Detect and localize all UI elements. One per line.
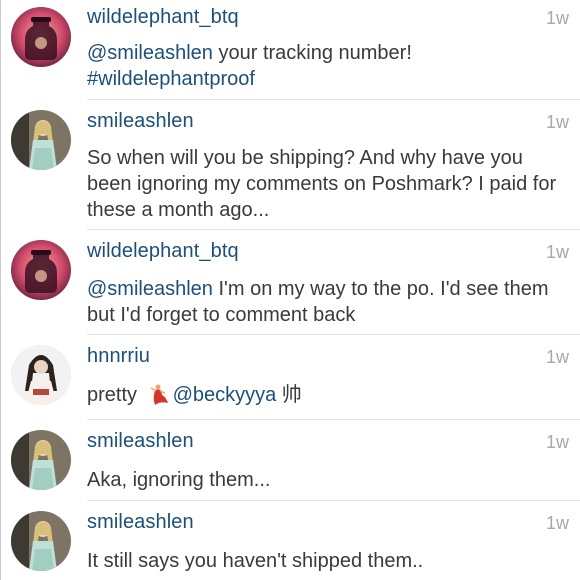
comment-timestamp: 1w — [545, 112, 569, 132]
comment-username[interactable]: hnnrriu — [87, 345, 150, 368]
comment-text: So when will you be shipping? And why ha… — [87, 147, 557, 221]
comment-text: pretty @beckyyya 帅 — [87, 382, 563, 408]
comment-item: smileashlen 1w Aka, ignoring them... — [1, 420, 580, 501]
comment-item: smileashlen 1w It still says you haven't… — [1, 501, 580, 580]
comment-text-fragment: 帅 — [276, 384, 302, 406]
comment-username[interactable]: wildelephant_btq — [87, 240, 239, 263]
comment-item: wildelephant_btq 1w @smileashlen I'm on … — [1, 230, 580, 335]
jar-silhouette-icon — [11, 240, 71, 300]
hashtag-link[interactable]: #wildelephantproof — [87, 68, 255, 90]
comment-username[interactable]: smileashlen — [87, 511, 194, 534]
comment-timestamp: 1w — [545, 8, 569, 28]
avatar[interactable] — [11, 7, 71, 67]
mention-link[interactable]: @beckyyya — [173, 384, 277, 406]
dancer-emoji-icon — [150, 384, 168, 405]
woman-photo-icon — [11, 345, 71, 405]
comment-text: It still says you haven't shipped them.. — [87, 550, 424, 572]
comment-timestamp: 1w — [545, 513, 569, 533]
comment-text-fragment: pretty — [87, 384, 143, 406]
jar-silhouette-icon — [11, 7, 71, 67]
avatar[interactable] — [11, 430, 71, 490]
comment-text: Aka, ignoring them... — [87, 469, 271, 491]
mention-link[interactable]: @smileashlen — [87, 278, 213, 300]
comment-timestamp: 1w — [545, 242, 569, 262]
woman-photo-icon — [11, 511, 71, 571]
comment-username[interactable]: smileashlen — [87, 110, 194, 133]
avatar[interactable] — [11, 110, 71, 170]
comment-timestamp: 1w — [545, 347, 569, 367]
comment-text: @smileashlen I'm on my way to the po. I'… — [87, 276, 563, 328]
avatar[interactable] — [11, 240, 71, 300]
mention-link[interactable]: @smileashlen — [87, 42, 213, 64]
comment-username[interactable]: smileashlen — [87, 430, 194, 453]
comment-text-fragment: your tracking number! — [212, 42, 412, 64]
comment-timestamp: 1w — [545, 432, 569, 452]
avatar[interactable] — [11, 345, 71, 405]
comment-item: hnnrriu 1w pretty @beckyyya 帅 — [1, 335, 580, 420]
comment-username[interactable]: wildelephant_btq — [87, 6, 239, 29]
avatar[interactable] — [11, 511, 71, 571]
woman-photo-icon — [11, 430, 71, 490]
comment-item: wildelephant_btq 1w @smileashlen your tr… — [1, 0, 580, 100]
comment-text: @smileashlen your tracking number! #wild… — [87, 40, 563, 92]
comment-item: smileashlen 1w So when will you be shipp… — [1, 100, 580, 230]
comment-feed: wildelephant_btq 1w @smileashlen your tr… — [0, 0, 580, 580]
woman-photo-icon — [11, 110, 71, 170]
